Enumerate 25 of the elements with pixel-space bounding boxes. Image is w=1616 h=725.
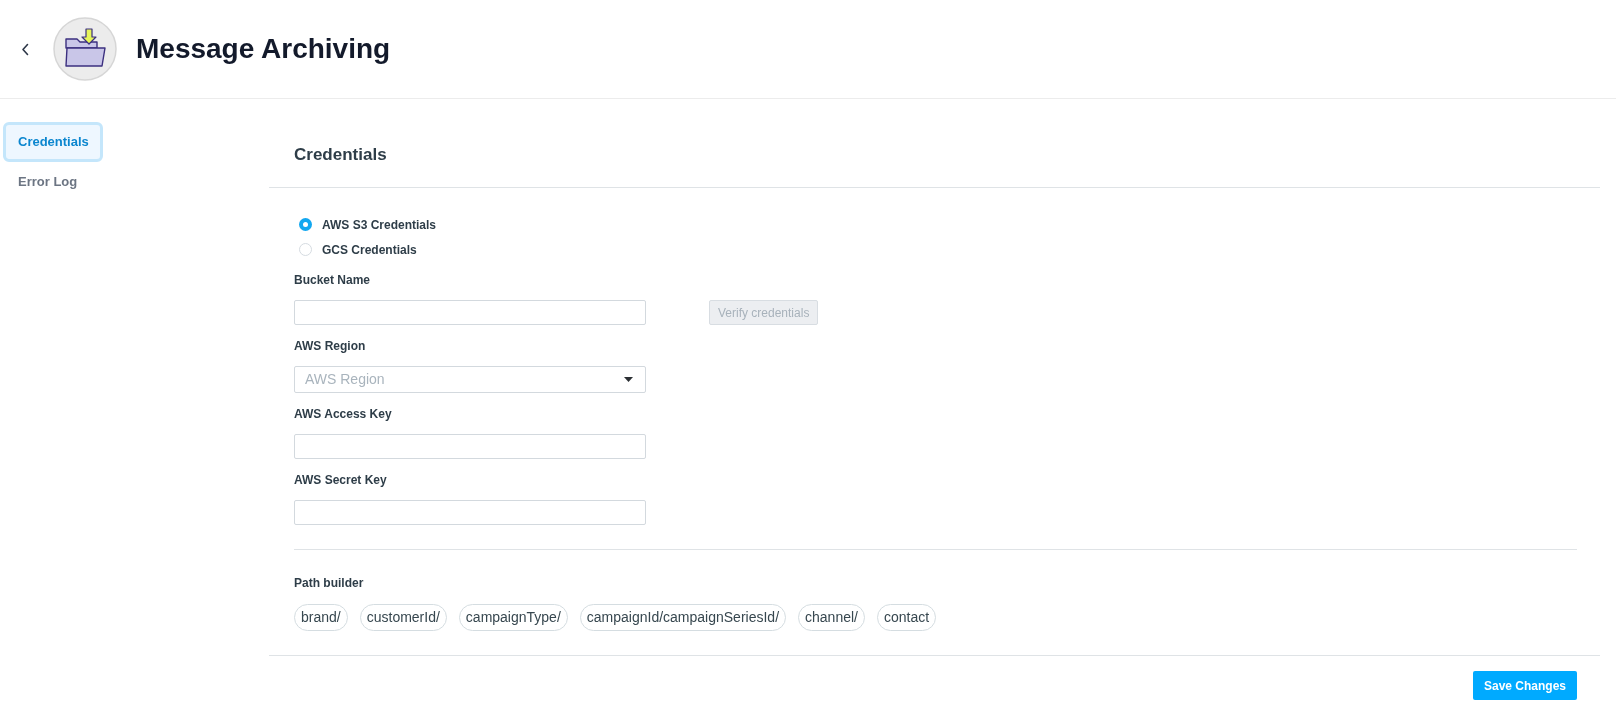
folder-download-icon <box>53 17 117 81</box>
page-title: Message Archiving <box>136 32 391 66</box>
section-title: Credentials <box>294 145 388 165</box>
sidebar-tab[interactable]: Error Log <box>3 162 103 202</box>
path-segment-chip[interactable]: contact <box>876 604 937 631</box>
path-segment-chip[interactable]: campaignType/ <box>458 604 568 631</box>
text-input[interactable] <box>294 500 646 525</box>
text-input[interactable] <box>294 300 646 325</box>
radio-label: GCS Credentials <box>322 241 417 259</box>
sidebar-tab[interactable]: Credentials <box>3 122 103 162</box>
radio-button[interactable] <box>299 243 312 256</box>
text-input[interactable] <box>294 434 646 459</box>
field-label: Bucket Name <box>294 272 372 288</box>
radio-button[interactable] <box>299 218 312 231</box>
field-label: AWS Access Key <box>294 406 393 422</box>
dropdown-caret-icon <box>624 377 633 382</box>
radio-label: AWS S3 Credentials <box>322 216 437 234</box>
path-segment-chip[interactable]: channel/ <box>798 604 865 631</box>
path-segment-chip[interactable]: customerId/ <box>359 604 447 631</box>
field-label: AWS Region <box>294 338 367 354</box>
back-chevron-icon[interactable] <box>19 42 31 56</box>
path-segment-chip[interactable]: brand/ <box>294 604 348 631</box>
path-segment-chip[interactable]: campaignId/campaignSeriesId/ <box>579 604 787 631</box>
path-builder-label: Path builder <box>294 575 365 591</box>
field-label: AWS Secret Key <box>294 472 388 488</box>
